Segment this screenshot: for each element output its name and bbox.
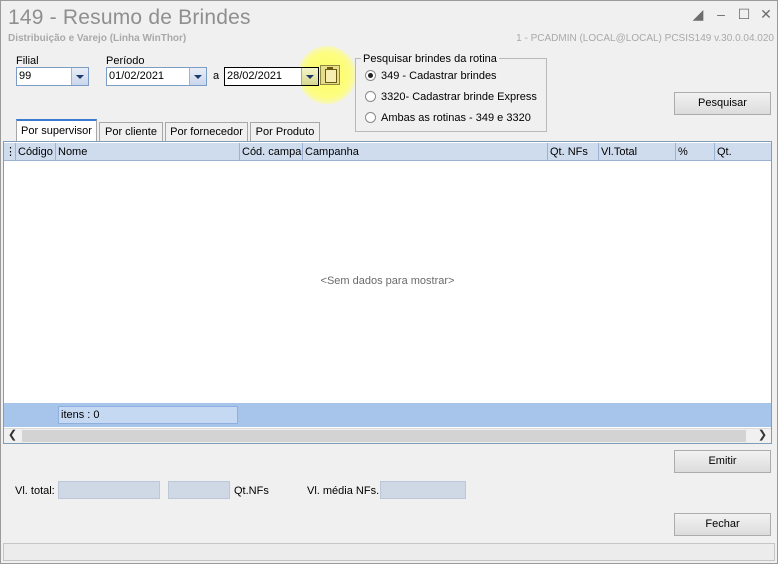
- chevron-down-icon[interactable]: [71, 68, 88, 85]
- radio-label: Ambas as rotinas - 349 e 3320: [381, 112, 531, 124]
- scroll-left-icon[interactable]: ❮: [5, 428, 20, 443]
- status-bar: [3, 543, 775, 561]
- close-icon[interactable]: ✕: [758, 6, 774, 22]
- column-cod-campanha[interactable]: Cód. campai: [240, 143, 303, 161]
- tab-por-cliente[interactable]: Por cliente: [99, 122, 163, 141]
- filial-value: 99: [19, 70, 32, 82]
- radio-label: 3320- Cadastrar brinde Express: [381, 91, 537, 103]
- maximize-icon[interactable]: ☐: [736, 6, 752, 22]
- column-qt[interactable]: Qt.: [715, 143, 771, 161]
- window-subtitle: Distribuição e Varejo (Linha WinThor): [8, 33, 187, 44]
- radio-ambas[interactable]: Ambas as rotinas - 349 e 3320: [365, 112, 531, 128]
- qt-nfs-label: Qt.NFs: [234, 485, 269, 497]
- grid-menu-icon[interactable]: ⋮: [4, 143, 16, 161]
- calendar-dropdown-icon[interactable]: [301, 68, 318, 85]
- vl-total-field: [58, 481, 160, 499]
- emitir-button[interactable]: Emitir: [674, 450, 771, 473]
- session-info: 1 - PCADMIN (LOCAL@LOCAL) PCSIS149 v.30.…: [516, 33, 774, 44]
- minimize-icon[interactable]: –: [713, 6, 729, 22]
- filial-label: Filial: [16, 55, 39, 67]
- date-from-field[interactable]: 01/02/2021: [106, 67, 207, 86]
- date-to-field[interactable]: 28/02/2021: [224, 67, 319, 86]
- calendar-dropdown-icon[interactable]: [189, 68, 206, 85]
- column-campanha[interactable]: Campanha: [303, 143, 548, 161]
- date-from-value: 01/02/2021: [109, 70, 165, 82]
- edit-icon[interactable]: ◢: [690, 6, 706, 22]
- items-count: itens : 0: [58, 406, 238, 424]
- periodo-label: Período: [106, 55, 145, 67]
- pesquisar-button[interactable]: Pesquisar: [674, 92, 771, 115]
- filial-select[interactable]: 99: [16, 67, 89, 86]
- radio-label: 349 - Cadastrar brindes: [381, 70, 497, 82]
- column-nome[interactable]: Nome: [56, 143, 240, 161]
- date-to-value: 28/02/2021: [227, 70, 283, 82]
- radio-icon[interactable]: [365, 91, 376, 102]
- vl-total-label: Vl. total:: [15, 485, 55, 497]
- vl-media-field: [380, 481, 466, 499]
- qt-nfs-field: [168, 481, 230, 499]
- radio-3320[interactable]: 3320- Cadastrar brinde Express: [365, 91, 537, 107]
- empty-grid-message: <Sem dados para mostrar>: [320, 275, 455, 287]
- rotina-group-title: Pesquisar brindes da rotina: [361, 53, 499, 65]
- tab-por-produto[interactable]: Por Produto: [250, 122, 320, 141]
- scrollbar-thumb[interactable]: [22, 430, 746, 442]
- fechar-button[interactable]: Fechar: [674, 513, 771, 536]
- period-separator: a: [213, 70, 220, 82]
- window-title: 149 - Resumo de Brindes: [8, 6, 251, 29]
- scroll-right-icon[interactable]: ❯: [755, 428, 770, 443]
- column-percent[interactable]: %: [676, 143, 715, 161]
- tab-por-fornecedor[interactable]: Por fornecedor: [165, 122, 248, 141]
- calendar-icon[interactable]: [320, 65, 340, 85]
- data-grid[interactable]: [3, 141, 772, 444]
- vl-media-label: Vl. média NFs.:: [307, 485, 383, 497]
- radio-selected-icon[interactable]: [365, 70, 376, 81]
- column-qt-nfs[interactable]: Qt. NFs: [548, 143, 599, 161]
- tab-por-supervisor[interactable]: Por supervisor: [16, 119, 97, 141]
- column-codigo[interactable]: Código: [16, 143, 56, 161]
- column-vl-total[interactable]: Vl.Total: [599, 143, 676, 161]
- radio-icon[interactable]: [365, 112, 376, 123]
- radio-349[interactable]: 349 - Cadastrar brindes: [365, 70, 497, 86]
